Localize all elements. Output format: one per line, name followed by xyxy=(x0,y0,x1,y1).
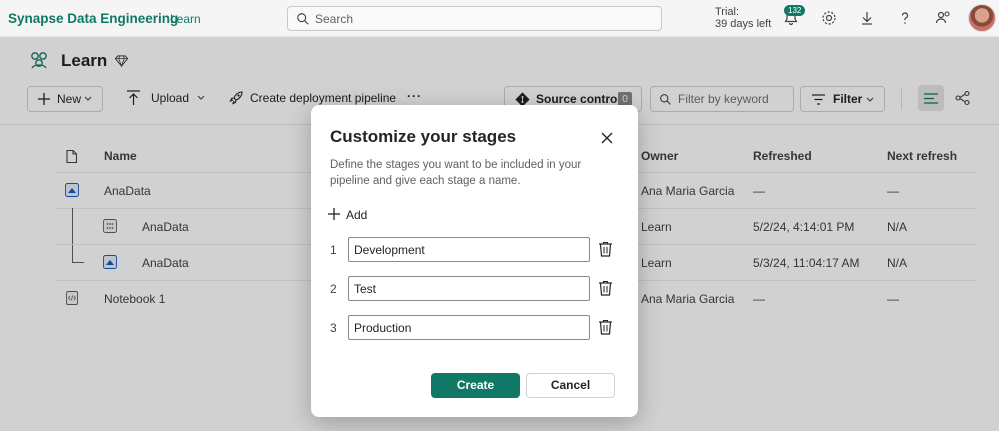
stage-name-input[interactable] xyxy=(348,276,590,301)
trial-status[interactable]: Trial: 39 days left xyxy=(715,6,771,30)
search-icon xyxy=(297,13,309,25)
app-brand[interactable]: Synapse Data Engineering xyxy=(8,11,178,26)
gear-icon[interactable] xyxy=(820,9,838,27)
customize-stages-dialog: Customize your stages Define the stages … xyxy=(311,105,638,417)
notification-count-badge: 132 xyxy=(784,5,806,16)
stage-number: 2 xyxy=(330,282,337,296)
trash-icon[interactable] xyxy=(598,280,613,296)
stage-name-input[interactable] xyxy=(348,315,590,340)
top-bar: Synapse Data Engineering Learn Search Tr… xyxy=(0,0,999,37)
global-search-input[interactable]: Search xyxy=(287,6,662,31)
download-icon[interactable] xyxy=(858,9,876,27)
trash-icon[interactable] xyxy=(598,241,613,257)
cancel-button[interactable]: Cancel xyxy=(526,373,615,398)
close-icon[interactable] xyxy=(600,131,614,145)
stage-number: 1 xyxy=(330,243,337,257)
dialog-title: Customize your stages xyxy=(330,127,517,146)
share-people-icon[interactable] xyxy=(934,9,952,27)
trash-icon[interactable] xyxy=(598,319,613,335)
workspace-breadcrumb[interactable]: Learn xyxy=(170,12,201,26)
search-placeholder: Search xyxy=(315,12,354,26)
dialog-description: Define the stages you want to be include… xyxy=(330,159,582,187)
stage-number: 3 xyxy=(330,321,337,335)
create-button[interactable]: Create xyxy=(431,373,520,398)
stage-name-input[interactable] xyxy=(348,237,590,262)
help-icon[interactable] xyxy=(896,9,914,27)
trial-days-left: 39 days left xyxy=(715,18,772,30)
trial-label: Trial: xyxy=(715,6,740,18)
add-stage-label: Add xyxy=(346,208,368,222)
user-avatar[interactable] xyxy=(968,4,996,32)
plus-icon xyxy=(328,208,340,220)
